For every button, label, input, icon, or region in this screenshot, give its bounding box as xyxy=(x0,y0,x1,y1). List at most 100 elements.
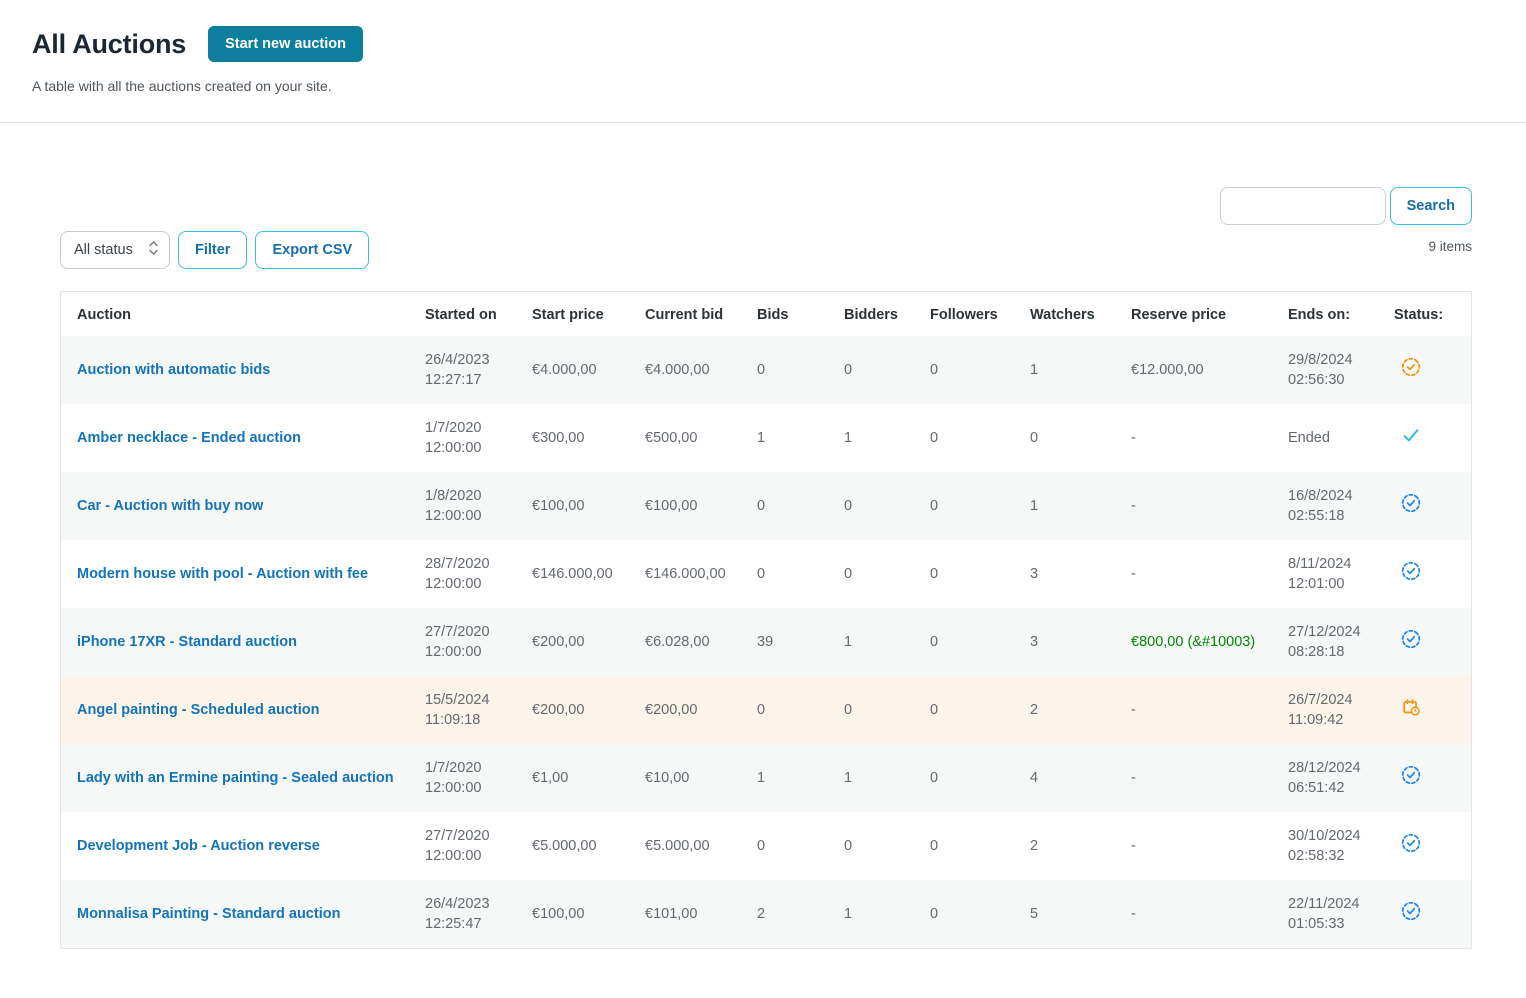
cell-bids: 0 xyxy=(749,472,836,540)
date-text: 28/12/2024 xyxy=(1288,758,1378,778)
cell-auction: Amber necklace - Ended auction xyxy=(61,404,417,472)
page-header: All Auctions Start new auction A table w… xyxy=(0,0,1526,123)
auction-link[interactable]: Angel painting - Scheduled auction xyxy=(77,702,319,718)
cell-bidders: 0 xyxy=(836,676,922,744)
table-row: Development Job - Auction reverse 27/7/2… xyxy=(61,812,1471,880)
date-text: 26/7/2024 xyxy=(1288,690,1378,710)
cell-reserve-price: - xyxy=(1123,676,1280,744)
cell-status xyxy=(1386,336,1471,404)
cell-auction: Lady with an Ermine painting - Sealed au… xyxy=(61,744,417,812)
cell-reserve-price: - xyxy=(1123,540,1280,608)
cell-bidders: 0 xyxy=(836,540,922,608)
search-row: Search xyxy=(60,187,1472,225)
cell-auction: Development Job - Auction reverse xyxy=(61,812,417,880)
status-active-icon xyxy=(1400,832,1422,854)
date-text: 30/10/2024 xyxy=(1288,826,1378,846)
cell-followers: 0 xyxy=(922,608,1022,676)
cell-bidders: 1 xyxy=(836,880,922,948)
date-text: 1/8/2020 xyxy=(425,486,516,506)
cell-ends-on: 30/10/2024 02:58:32 xyxy=(1280,812,1386,880)
filter-button[interactable]: Filter xyxy=(178,231,247,269)
time-text: 12:25:47 xyxy=(425,914,516,934)
cell-followers: 0 xyxy=(922,744,1022,812)
cell-start-price: €200,00 xyxy=(524,608,637,676)
cell-start-price: €4.000,00 xyxy=(524,336,637,404)
cell-bids: 1 xyxy=(749,404,836,472)
cell-ends-on: Ended xyxy=(1280,404,1386,472)
cell-auction: Modern house with pool - Auction with fe… xyxy=(61,540,417,608)
search-button[interactable]: Search xyxy=(1390,187,1472,225)
table-row: iPhone 17XR - Standard auction 27/7/2020… xyxy=(61,608,1471,676)
search-input[interactable] xyxy=(1220,187,1386,225)
date-text: 27/12/2024 xyxy=(1288,622,1378,642)
date-text: 27/7/2020 xyxy=(425,826,516,846)
cell-followers: 0 xyxy=(922,472,1022,540)
auction-link[interactable]: iPhone 17XR - Standard auction xyxy=(77,634,297,650)
cell-current-bid: €101,00 xyxy=(637,880,749,948)
export-csv-button[interactable]: Export CSV xyxy=(255,231,369,269)
cell-started-on: 1/7/2020 12:00:00 xyxy=(417,404,524,472)
cell-status xyxy=(1386,880,1471,948)
auction-link[interactable]: Lady with an Ermine painting - Sealed au… xyxy=(77,770,394,786)
cell-start-price: €146.000,00 xyxy=(524,540,637,608)
time-text: 02:58:32 xyxy=(1288,846,1378,866)
status-active-icon xyxy=(1400,560,1422,582)
auction-link[interactable]: Auction with automatic bids xyxy=(77,362,270,378)
status-active-icon xyxy=(1400,628,1422,650)
date-text: 16/8/2024 xyxy=(1288,486,1378,506)
auction-link[interactable]: Monnalisa Painting - Standard auction xyxy=(77,906,340,922)
status-active-icon xyxy=(1400,900,1422,922)
cell-watchers: 3 xyxy=(1022,540,1123,608)
cell-followers: 0 xyxy=(922,676,1022,744)
date-text: 1/7/2020 xyxy=(425,418,516,438)
cell-followers: 0 xyxy=(922,540,1022,608)
time-text: 12:01:00 xyxy=(1288,574,1378,594)
cell-bids: 0 xyxy=(749,336,836,404)
cell-auction: Angel painting - Scheduled auction xyxy=(61,676,417,744)
status-filter-value: All status xyxy=(74,242,133,258)
time-text: 12:00:00 xyxy=(425,574,516,594)
auction-link[interactable]: Development Job - Auction reverse xyxy=(77,838,320,854)
col-header-ends-on: Ends on: xyxy=(1280,292,1386,336)
cell-watchers: 1 xyxy=(1022,336,1123,404)
start-new-auction-button[interactable]: Start new auction xyxy=(208,26,363,62)
cell-ends-on: 8/11/2024 12:01:00 xyxy=(1280,540,1386,608)
cell-followers: 0 xyxy=(922,880,1022,948)
cell-bids: 0 xyxy=(749,540,836,608)
cell-current-bid: €500,00 xyxy=(637,404,749,472)
cell-started-on: 26/4/2023 12:27:17 xyxy=(417,336,524,404)
cell-reserve-price: €800,00 (&#10003) xyxy=(1123,608,1280,676)
cell-start-price: €300,00 xyxy=(524,404,637,472)
auctions-table: Auction Started on Start price Current b… xyxy=(60,291,1472,949)
date-text: 15/5/2024 xyxy=(425,690,516,710)
cell-started-on: 28/7/2020 12:00:00 xyxy=(417,540,524,608)
auction-link[interactable]: Amber necklace - Ended auction xyxy=(77,430,301,446)
auction-link[interactable]: Car - Auction with buy now xyxy=(77,498,263,514)
date-text: 27/7/2020 xyxy=(425,622,516,642)
status-active-icon xyxy=(1400,492,1422,514)
cell-status xyxy=(1386,472,1471,540)
cell-auction: Auction with automatic bids xyxy=(61,336,417,404)
col-header-followers: Followers xyxy=(922,292,1022,336)
cell-reserve-price: - xyxy=(1123,812,1280,880)
status-active-icon xyxy=(1400,764,1422,786)
table-row: Modern house with pool - Auction with fe… xyxy=(61,540,1471,608)
cell-started-on: 15/5/2024 11:09:18 xyxy=(417,676,524,744)
cell-start-price: €1,00 xyxy=(524,744,637,812)
cell-ends-on: 27/12/2024 08:28:18 xyxy=(1280,608,1386,676)
time-text: 02:56:30 xyxy=(1288,370,1378,390)
time-text: 12:00:00 xyxy=(425,846,516,866)
cell-bids: 0 xyxy=(749,676,836,744)
cell-current-bid: €6.028,00 xyxy=(637,608,749,676)
cell-status xyxy=(1386,812,1471,880)
cell-started-on: 27/7/2020 12:00:00 xyxy=(417,812,524,880)
status-filter-select[interactable]: All status xyxy=(60,231,170,269)
cell-followers: 0 xyxy=(922,404,1022,472)
auction-link[interactable]: Modern house with pool - Auction with fe… xyxy=(77,566,368,582)
cell-reserve-price: - xyxy=(1123,880,1280,948)
col-header-bidders: Bidders xyxy=(836,292,922,336)
cell-auction: Car - Auction with buy now xyxy=(61,472,417,540)
time-text: 12:00:00 xyxy=(425,642,516,662)
time-text: 12:00:00 xyxy=(425,778,516,798)
time-text: 12:00:00 xyxy=(425,438,516,458)
